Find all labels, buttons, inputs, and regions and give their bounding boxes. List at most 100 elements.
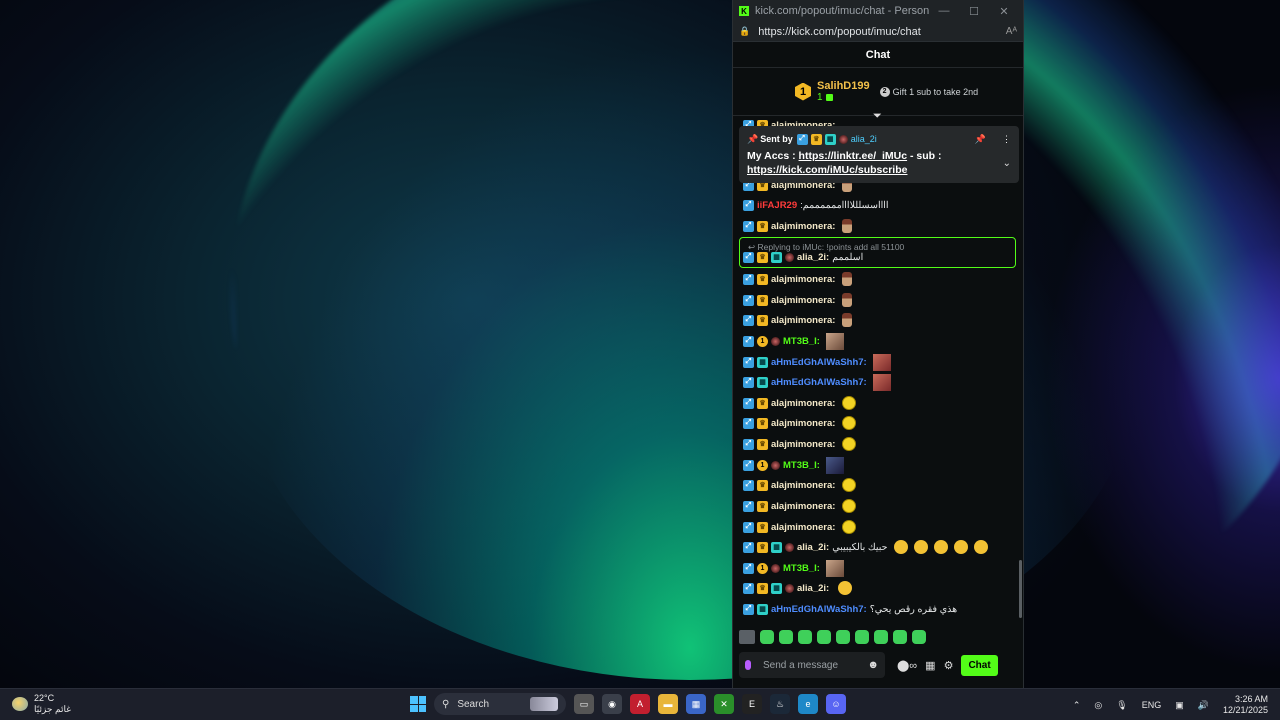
send-chat-button[interactable]: Chat [961,654,998,676]
url-text[interactable]: https://kick.com/popout/imuc/chat [758,26,1006,38]
network-icon[interactable]: ▣ [1175,700,1184,711]
chat-username[interactable]: alajmimonera: [771,501,835,512]
kick-emote-icon[interactable] [855,630,869,644]
microphone-tray-icon[interactable]: 🎙 [1116,700,1127,711]
verified-badge-icon: ⤢ [743,417,754,429]
maximize-button[interactable]: ☐ [959,5,989,18]
chat-message: ⤢ ♛ ▦ alia_2i: [743,579,853,597]
chat-username[interactable]: aHmEdGhAlWaShh7: [771,377,867,388]
chat-message-input[interactable]: Send a message ☻ [739,652,885,678]
emoji-picker-icon[interactable]: ☻ [867,659,879,671]
pinned-message[interactable]: 📌 Sent by ⤢ ♛ ▦ alia_2i 📌 ⋮ My Accs : ht… [739,126,1019,183]
chevron-down-icon[interactable]: ⌄ [1003,158,1011,169]
adobe-acrobat-icon[interactable]: A [630,694,650,714]
chat-username[interactable]: alajmimonera: [771,480,835,491]
rank-badge-icon: 1 [757,335,768,347]
chevron-up-icon[interactable]: ⌃ [1073,700,1081,711]
settings-gear-icon[interactable]: ⚙ [944,659,954,672]
chat-username[interactable]: alajmimonera: [771,221,835,232]
edge-browser-icon[interactable]: e [798,694,818,714]
emote-thumbnail-icon[interactable] [739,630,755,644]
chat-message: ⤢ 1 MT3B_I: [743,559,844,577]
tray-app-icon[interactable]: ◎ [1094,700,1102,711]
subscriber-badge-icon: ▦ [757,603,768,615]
chat-username[interactable]: aHmEdGhAlWaShh7: [771,604,867,615]
emote-icon [842,499,857,513]
epic-games-icon[interactable]: E [742,694,762,714]
kick-emote-icon[interactable] [874,630,888,644]
chat-username[interactable]: aHmEdGhAlWaShh7: [771,357,867,368]
subscriber-badge-icon: ▦ [757,376,768,388]
chat-message: ⤢ ▦ aHmEdGhAlWaShh7: هذي فقره رقص يحي؟ [743,600,957,618]
chat-username[interactable]: MT3B_I: [783,563,820,574]
subscribe-link[interactable]: https://kick.com/iMUc/subscribe [747,164,907,176]
language-indicator[interactable]: ENG [1142,700,1162,710]
microphone-icon[interactable] [745,660,751,670]
kick-emote-icon[interactable] [779,630,793,644]
message-placeholder: Send a message [763,659,839,671]
gem-badge-icon [771,336,780,346]
chat-messages: ⤢ ♛ alajmimonera: ⤢ ♛ alajmimonera: ⤢ ii… [733,116,1023,626]
windows-taskbar: 22°C غائم جزئيًا ⚲ Search ▭ ◉ A ▬ ▦ ✕ E … [0,688,1280,720]
chat-username[interactable]: alia_2i: [797,542,829,553]
chat-username[interactable]: alajmimonera: [771,274,835,285]
steam-icon[interactable]: ♨ [770,694,790,714]
linktree-link[interactable]: https://linktr.ee/_iMUc [799,150,908,162]
read-aloud-icon[interactable]: Aᴬ [1006,26,1017,37]
verified-badge-icon: ⤢ [743,220,754,232]
close-button[interactable]: ✕ [989,5,1019,18]
chat-scrollbar[interactable] [1019,560,1022,618]
crown-badge-icon: ♛ [757,417,768,429]
kick-emote-icon[interactable] [893,630,907,644]
pinned-username[interactable]: alia_2i [851,134,877,144]
points-icon[interactable]: ⬤∞ [897,659,917,672]
leader-username[interactable]: SalihD199 [817,80,870,92]
task-view-icon[interactable]: ▭ [574,694,594,714]
chat-username[interactable]: alajmimonera: [771,418,835,429]
kick-emote-icon[interactable] [760,630,774,644]
reply-context: ↩ Replying to iMUc: !points add all 5110… [748,242,905,252]
subscriber-badge-icon: ▦ [824,133,836,145]
minimize-button[interactable]: — [929,5,959,17]
taskbar-clock[interactable]: 3:26 AM 12/21/2025 [1223,694,1268,716]
emote-icon [842,478,857,492]
crown-badge-icon: ♛ [757,294,768,306]
chat-username[interactable]: alajmimonera: [771,439,835,450]
pin-icon: 📌 [747,133,759,144]
crown-badge-icon: ♛ [810,133,822,145]
chat-username[interactable]: iiFAJR29 [757,200,797,211]
more-options-icon[interactable]: ⋮ [1002,134,1011,145]
kick-emote-icon[interactable] [836,630,850,644]
file-explorer-icon[interactable]: ▬ [658,694,678,714]
emote-icon [842,520,857,534]
discord-icon[interactable]: ☺ [826,694,846,714]
kick-emote-icon[interactable] [798,630,812,644]
chat-message: ⤢ ♛ alajmimonera: [743,291,853,309]
next-rank-info: 2 Gift 1 sub to take 2nd [879,86,978,97]
windows-start-icon[interactable] [410,696,426,712]
chat-username[interactable]: MT3B_I: [783,460,820,471]
chat-username[interactable]: alajmimonera: [771,295,835,306]
chat-username[interactable]: MT3B_I: [783,336,820,347]
chat-message: ⤢ ♛ alajmimonera: [743,414,857,432]
address-bar[interactable]: 🔒 https://kick.com/popout/imuc/chat Aᴬ [733,22,1023,42]
verified-badge-icon: ⤢ [743,273,754,285]
smile-emote-icon [973,540,988,554]
chat-username[interactable]: alia_2i: [797,583,829,594]
xbox-icon[interactable]: ✕ [714,694,734,714]
store-icon[interactable]: ▦ [925,659,935,672]
pin-toggle-icon[interactable]: 📌 [975,134,986,145]
chat-message: ⤢ ♛ alajmimonera: [743,270,853,288]
window-titlebar[interactable]: K kick.com/popout/imuc/chat - Personal 2… [733,0,1023,22]
microsoft-store-icon[interactable]: ▦ [686,694,706,714]
gem-badge-icon [785,583,794,593]
kick-emote-icon[interactable] [912,630,926,644]
volume-icon[interactable]: 🔊 [1198,700,1209,711]
weather-widget[interactable]: 22°C غائم جزئيًا [12,693,71,715]
obs-icon[interactable]: ◉ [602,694,622,714]
taskbar-search[interactable]: ⚲ Search [434,693,566,715]
chat-username[interactable]: alajmimonera: [771,522,835,533]
chat-username[interactable]: alajmimonera: [771,315,835,326]
chat-username[interactable]: alajmimonera: [771,398,835,409]
kick-emote-icon[interactable] [817,630,831,644]
